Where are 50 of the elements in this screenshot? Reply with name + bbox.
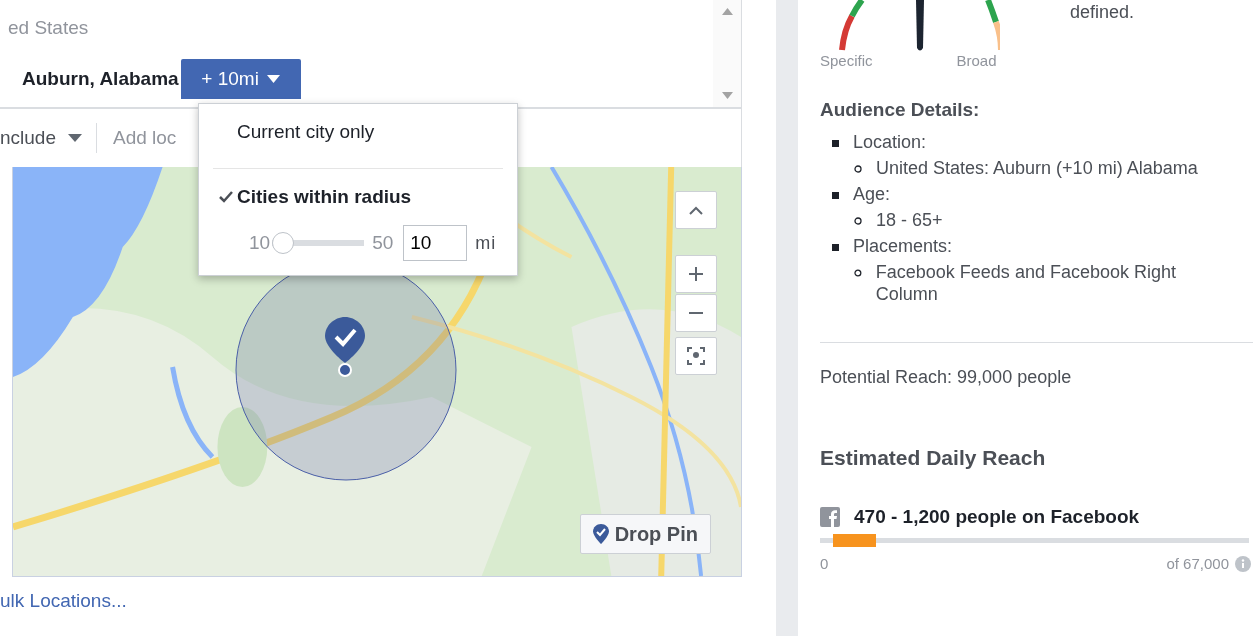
bullet-icon [832, 192, 839, 199]
detail-value: 18 - 65+ [876, 209, 943, 231]
caret-icon [266, 75, 280, 83]
detail-label: Location: [853, 131, 927, 153]
minus-icon [689, 312, 703, 314]
radius-value-field[interactable]: 10 [403, 225, 468, 261]
daily-reach-text: 470 - 1,200 people on Facebook [854, 506, 1140, 528]
radius-button[interactable]: + 10mi [180, 59, 301, 99]
include-dropdown[interactable]: nclude [0, 123, 97, 153]
radius-option[interactable]: Current city only [199, 104, 517, 160]
location-name: Auburn, Alabama [21, 68, 179, 90]
bullet-icon [832, 244, 839, 251]
focus-icon [687, 347, 705, 365]
slider-min-label: 10 [249, 232, 271, 254]
detail-value: Facebook Feeds and Facebook Right Column [875, 261, 1177, 305]
reach-max-label: of 67,000 [1166, 555, 1229, 572]
facebook-icon [820, 507, 840, 527]
slider-thumb[interactable] [272, 232, 295, 254]
slider-max-label: 50 [372, 232, 394, 254]
detail-label: Age: [853, 183, 891, 205]
plus-icon [689, 267, 703, 281]
drop-pin-button[interactable]: Drop Pin [579, 514, 711, 554]
potential-reach-text: Potential Reach: 99,000 people [820, 367, 1073, 388]
scroll-down-icon[interactable] [721, 92, 733, 99]
unit-label: mi [475, 232, 497, 254]
specific-label: Specific [820, 52, 873, 69]
bullet-icon [832, 140, 839, 147]
check-icon [219, 191, 233, 203]
caret-icon [68, 134, 82, 142]
audience-details-title: Audience Details: [820, 99, 981, 121]
collapse-button[interactable] [675, 191, 717, 229]
recenter-button[interactable] [675, 337, 717, 375]
audience-definition-text: defined. [1070, 2, 1135, 24]
detail-value: United States: Auburn (+10 mi) Alabama [876, 157, 1198, 179]
map-pin-icon [325, 317, 365, 377]
scroll-up-icon[interactable] [721, 8, 733, 15]
circle-bullet-icon [854, 217, 862, 225]
pin-check-icon [592, 524, 609, 544]
info-icon[interactable] [1235, 555, 1251, 572]
zoom-in-button[interactable] [675, 255, 717, 293]
circle-bullet-icon [854, 165, 862, 173]
bulk-locations-link[interactable]: ulk Locations... [0, 590, 742, 612]
daily-reach-title: Estimated Daily Reach [820, 446, 1047, 470]
detail-label: Placements: [853, 235, 953, 257]
broad-label: Broad [956, 52, 997, 69]
reach-min-label: 0 [820, 555, 829, 572]
radius-option[interactable]: Cities within radius [199, 169, 517, 225]
chevron-up-icon [689, 205, 703, 215]
circle-bullet-icon [854, 269, 862, 277]
country-label: ed States [8, 17, 90, 39]
